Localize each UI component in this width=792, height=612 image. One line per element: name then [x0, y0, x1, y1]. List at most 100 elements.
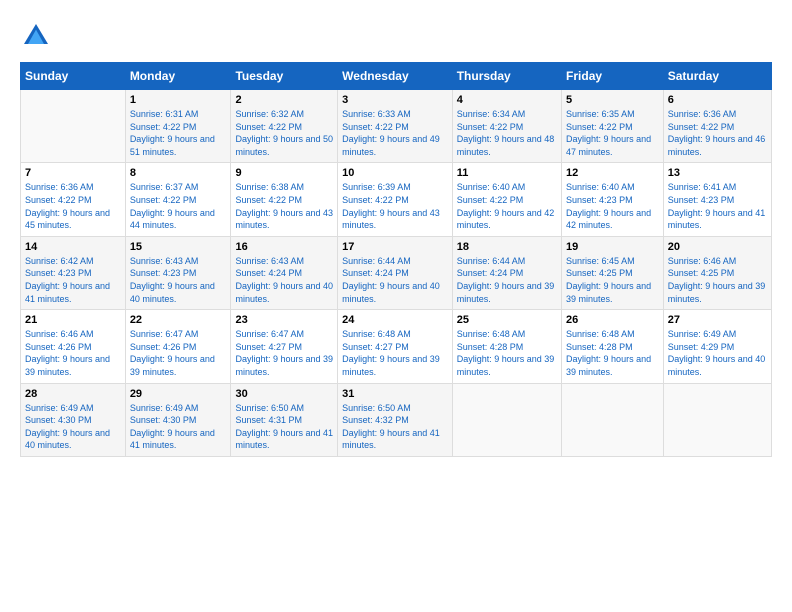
- day-number: 17: [342, 241, 448, 253]
- day-cell: [21, 90, 126, 163]
- day-info: Sunrise: 6:39 AMSunset: 4:22 PMDaylight:…: [342, 181, 448, 231]
- day-info: Sunrise: 6:41 AMSunset: 4:23 PMDaylight:…: [668, 181, 767, 231]
- day-number: 31: [342, 388, 448, 400]
- day-cell: 16Sunrise: 6:43 AMSunset: 4:24 PMDayligh…: [231, 236, 338, 309]
- header: [20, 20, 772, 52]
- day-cell: 21 Sunrise: 6:46 AMSunset: 4:26 PMDayligh…: [21, 310, 126, 383]
- day-number: 20: [668, 241, 767, 253]
- day-number: 13: [668, 167, 767, 179]
- day-info: Sunrise: 6:44 AMSunset: 4:24 PMDaylight:…: [457, 255, 557, 305]
- day-number: 8: [130, 167, 227, 179]
- header-cell-friday: Friday: [562, 63, 664, 90]
- day-info: Sunrise: 6:40 AMSunset: 4:22 PMDaylight:…: [457, 181, 557, 231]
- day-number: 10: [342, 167, 448, 179]
- day-cell: 7Sunrise: 6:36 AMSunset: 4:22 PMDaylight…: [21, 163, 126, 236]
- day-info: Sunrise: 6:49 AMSunset: 4:30 PMDaylight:…: [130, 402, 227, 452]
- day-info: Sunrise: 6:34 AMSunset: 4:22 PMDaylight:…: [457, 108, 557, 158]
- day-info: Sunrise: 6:48 AMSunset: 4:28 PMDaylight:…: [457, 328, 557, 378]
- day-cell: 4 Sunrise: 6:34 AMSunset: 4:22 PMDaylight…: [452, 90, 561, 163]
- day-number: 27: [668, 314, 767, 326]
- day-info: Sunrise: 6:36 AMSunset: 4:22 PMDaylight:…: [25, 181, 121, 231]
- day-info: Sunrise: 6:47 AMSunset: 4:27 PMDaylight:…: [235, 328, 333, 378]
- day-cell: 15Sunrise: 6:43 AMSunset: 4:23 PMDayligh…: [125, 236, 231, 309]
- header-cell-monday: Monday: [125, 63, 231, 90]
- day-info: Sunrise: 6:43 AMSunset: 4:23 PMDaylight:…: [130, 255, 227, 305]
- day-number: 28: [25, 388, 121, 400]
- day-cell: 1 Sunrise: 6:31 AMSunset: 4:22 PMDaylight…: [125, 90, 231, 163]
- day-cell: 2 Sunrise: 6:32 AMSunset: 4:22 PMDaylight…: [231, 90, 338, 163]
- day-number: 19: [566, 241, 659, 253]
- day-info: Sunrise: 6:42 AMSunset: 4:23 PMDaylight:…: [25, 255, 121, 305]
- day-info: Sunrise: 6:40 AMSunset: 4:23 PMDaylight:…: [566, 181, 659, 231]
- day-number: 29: [130, 388, 227, 400]
- day-number: 12: [566, 167, 659, 179]
- day-info: Sunrise: 6:35 AMSunset: 4:22 PMDaylight:…: [566, 108, 659, 158]
- header-cell-sunday: Sunday: [21, 63, 126, 90]
- day-number: 4: [457, 94, 557, 106]
- week-row-4: 28 Sunrise: 6:49 AMSunset: 4:30 PMDayligh…: [21, 383, 772, 456]
- day-info: Sunrise: 6:36 AMSunset: 4:22 PMDaylight:…: [668, 108, 767, 158]
- day-info: Sunrise: 6:46 AMSunset: 4:25 PMDaylight:…: [668, 255, 767, 305]
- day-cell: [562, 383, 664, 456]
- day-number: 1: [130, 94, 227, 106]
- day-number: 25: [457, 314, 557, 326]
- day-number: 18: [457, 241, 557, 253]
- day-number: 26: [566, 314, 659, 326]
- day-cell: 10 Sunrise: 6:39 AMSunset: 4:22 PMDayligh…: [338, 163, 453, 236]
- day-cell: 25 Sunrise: 6:48 AMSunset: 4:28 PMDayligh…: [452, 310, 561, 383]
- day-number: 30: [235, 388, 333, 400]
- day-info: Sunrise: 6:48 AMSunset: 4:27 PMDaylight:…: [342, 328, 448, 378]
- day-cell: [452, 383, 561, 456]
- day-cell: 22 Sunrise: 6:47 AMSunset: 4:26 PMDayligh…: [125, 310, 231, 383]
- week-row-0: 1 Sunrise: 6:31 AMSunset: 4:22 PMDaylight…: [21, 90, 772, 163]
- day-info: Sunrise: 6:48 AMSunset: 4:28 PMDaylight:…: [566, 328, 659, 378]
- day-info: Sunrise: 6:47 AMSunset: 4:26 PMDaylight:…: [130, 328, 227, 378]
- header-cell-tuesday: Tuesday: [231, 63, 338, 90]
- day-cell: 11Sunrise: 6:40 AMSunset: 4:22 PMDayligh…: [452, 163, 561, 236]
- day-number: 14: [25, 241, 121, 253]
- day-cell: 13 Sunrise: 6:41 AMSunset: 4:23 PMDayligh…: [663, 163, 771, 236]
- day-cell: 12 Sunrise: 6:40 AMSunset: 4:23 PMDayligh…: [562, 163, 664, 236]
- day-info: Sunrise: 6:38 AMSunset: 4:22 PMDaylight:…: [235, 181, 333, 231]
- day-cell: [663, 383, 771, 456]
- day-number: 6: [668, 94, 767, 106]
- day-info: Sunrise: 6:46 AMSunset: 4:26 PMDaylight:…: [25, 328, 121, 378]
- day-number: 24: [342, 314, 448, 326]
- day-number: 3: [342, 94, 448, 106]
- day-number: 9: [235, 167, 333, 179]
- day-info: Sunrise: 6:49 AMSunset: 4:30 PMDaylight:…: [25, 402, 121, 452]
- day-info: Sunrise: 6:50 AMSunset: 4:32 PMDaylight:…: [342, 402, 448, 452]
- day-number: 2: [235, 94, 333, 106]
- day-number: 21: [25, 314, 121, 326]
- day-cell: 17 Sunrise: 6:44 AMSunset: 4:24 PMDayligh…: [338, 236, 453, 309]
- day-number: 22: [130, 314, 227, 326]
- logo-icon: [20, 20, 52, 52]
- day-info: Sunrise: 6:49 AMSunset: 4:29 PMDaylight:…: [668, 328, 767, 378]
- day-cell: 8 Sunrise: 6:37 AMSunset: 4:22 PMDaylight…: [125, 163, 231, 236]
- day-cell: 5 Sunrise: 6:35 AMSunset: 4:22 PMDaylight…: [562, 90, 664, 163]
- day-cell: 26 Sunrise: 6:48 AMSunset: 4:28 PMDayligh…: [562, 310, 664, 383]
- day-info: Sunrise: 6:45 AMSunset: 4:25 PMDaylight:…: [566, 255, 659, 305]
- day-number: 16: [235, 241, 333, 253]
- day-cell: 6 Sunrise: 6:36 AMSunset: 4:22 PMDaylight…: [663, 90, 771, 163]
- header-cell-wednesday: Wednesday: [338, 63, 453, 90]
- day-info: Sunrise: 6:37 AMSunset: 4:22 PMDaylight:…: [130, 181, 227, 231]
- calendar-table: SundayMondayTuesdayWednesdayThursdayFrid…: [20, 62, 772, 457]
- day-info: Sunrise: 6:31 AMSunset: 4:22 PMDaylight:…: [130, 108, 227, 158]
- week-row-3: 21 Sunrise: 6:46 AMSunset: 4:26 PMDayligh…: [21, 310, 772, 383]
- day-cell: 27 Sunrise: 6:49 AMSunset: 4:29 PMDayligh…: [663, 310, 771, 383]
- header-cell-thursday: Thursday: [452, 63, 561, 90]
- day-cell: 31 Sunrise: 6:50 AMSunset: 4:32 PMDayligh…: [338, 383, 453, 456]
- week-row-2: 14 Sunrise: 6:42 AMSunset: 4:23 PMDayligh…: [21, 236, 772, 309]
- day-cell: 20 Sunrise: 6:46 AMSunset: 4:25 PMDayligh…: [663, 236, 771, 309]
- day-info: Sunrise: 6:32 AMSunset: 4:22 PMDaylight:…: [235, 108, 333, 158]
- day-cell: 23Sunrise: 6:47 AMSunset: 4:27 PMDayligh…: [231, 310, 338, 383]
- header-row: SundayMondayTuesdayWednesdayThursdayFrid…: [21, 63, 772, 90]
- logo: [20, 20, 56, 52]
- day-info: Sunrise: 6:33 AMSunset: 4:22 PMDaylight:…: [342, 108, 448, 158]
- page: SundayMondayTuesdayWednesdayThursdayFrid…: [0, 0, 792, 612]
- day-number: 5: [566, 94, 659, 106]
- header-cell-saturday: Saturday: [663, 63, 771, 90]
- day-info: Sunrise: 6:44 AMSunset: 4:24 PMDaylight:…: [342, 255, 448, 305]
- day-cell: 19 Sunrise: 6:45 AMSunset: 4:25 PMDayligh…: [562, 236, 664, 309]
